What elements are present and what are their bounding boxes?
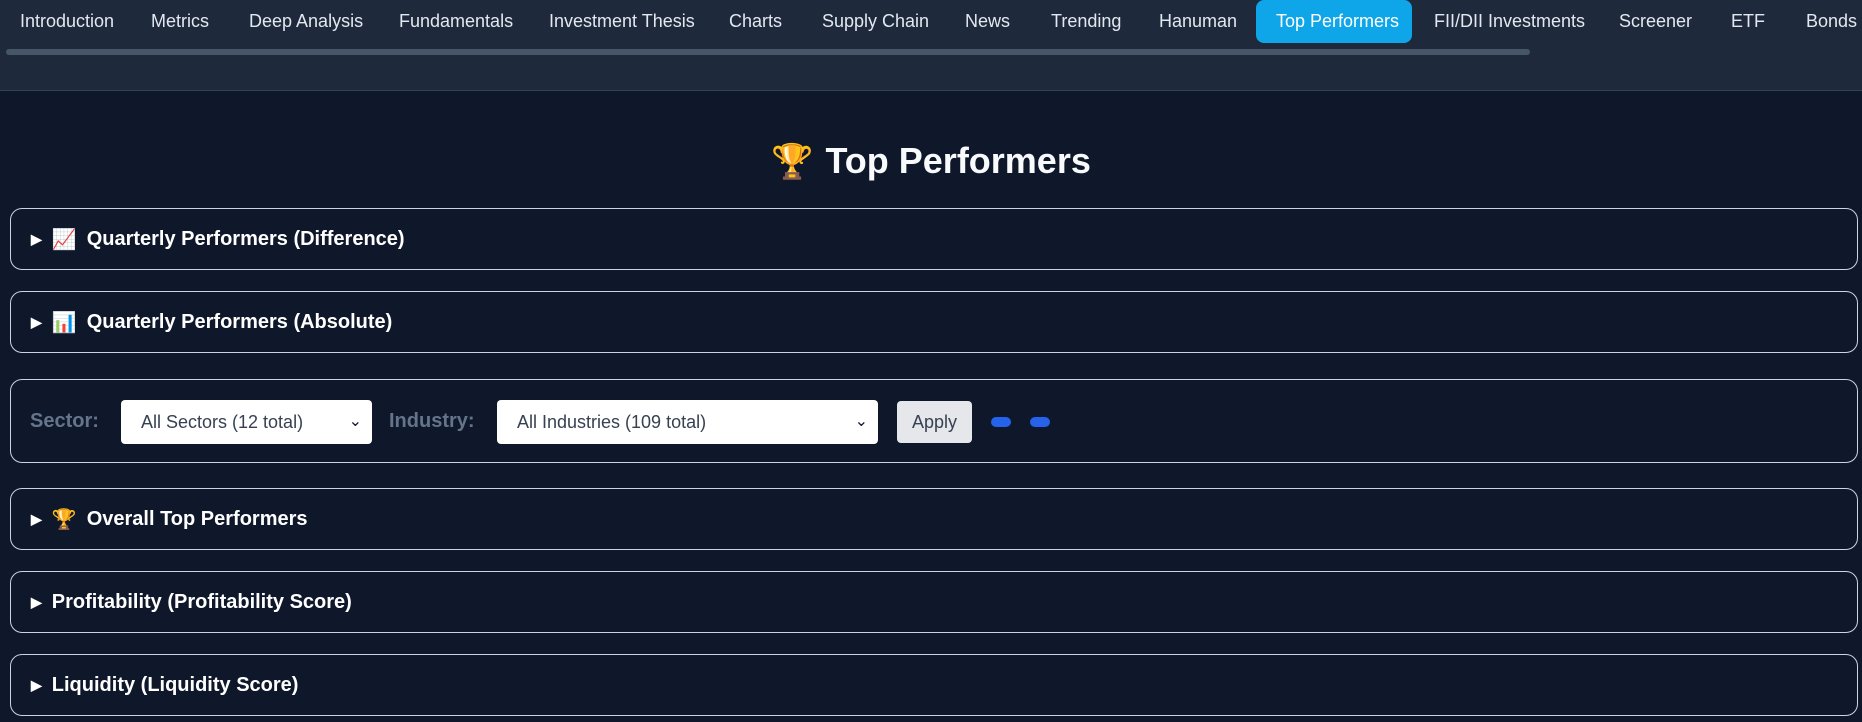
tab-bonds[interactable]: Bonds bbox=[1786, 0, 1862, 43]
section-summary[interactable]: ▶ 📈 Quarterly Performers (Difference) bbox=[31, 209, 405, 269]
section-liquidity[interactable]: ▶ Liquidity (Liquidity Score) bbox=[10, 654, 1858, 716]
tab-fii-dii-investments[interactable]: FII/DII Investments bbox=[1414, 0, 1605, 43]
section-label: Profitability (Profitability Score) bbox=[51, 590, 352, 613]
sector-select[interactable]: All Sectors (12 total) ⌄ bbox=[121, 400, 372, 444]
chart-increasing-icon: 📈 bbox=[51, 228, 77, 251]
tab-deep-analysis[interactable]: Deep Analysis bbox=[229, 0, 383, 43]
chevron-down-icon: ⌄ bbox=[854, 413, 868, 430]
tab-metrics[interactable]: Metrics bbox=[131, 0, 229, 43]
tab-fundamentals[interactable]: Fundamentals bbox=[379, 0, 533, 43]
triangle-right-icon: ▶ bbox=[31, 230, 42, 247]
industry-label: Industry: bbox=[389, 410, 475, 432]
section-summary[interactable]: ▶ 🏆 Overall Top Performers bbox=[31, 489, 308, 549]
section-quarterly-absolute[interactable]: ▶ 📊 Quarterly Performers (Absolute) bbox=[10, 291, 1858, 353]
trophy-icon: 🏆 bbox=[771, 143, 814, 181]
section-quarterly-difference[interactable]: ▶ 📈 Quarterly Performers (Difference) bbox=[10, 208, 1858, 270]
triangle-right-icon: ▶ bbox=[31, 313, 42, 330]
bar-chart-icon: 📊 bbox=[51, 311, 77, 334]
tab-news[interactable]: News bbox=[945, 0, 1030, 43]
tab-screener[interactable]: Screener bbox=[1599, 0, 1712, 43]
nav-scrollbar[interactable] bbox=[6, 49, 1530, 55]
triangle-right-icon: ▶ bbox=[31, 593, 42, 610]
tab-hanuman[interactable]: Hanuman bbox=[1139, 0, 1257, 43]
page-title-text: Top Performers bbox=[825, 140, 1091, 181]
section-summary[interactable]: ▶ Profitability (Profitability Score) bbox=[31, 572, 352, 632]
section-label: Liquidity (Liquidity Score) bbox=[51, 673, 299, 696]
section-label: Overall Top Performers bbox=[86, 507, 308, 530]
triangle-right-icon: ▶ bbox=[31, 510, 42, 527]
sector-label: Sector: bbox=[30, 410, 99, 432]
tab-top-performers[interactable]: Top Performers bbox=[1256, 0, 1412, 43]
section-label: Quarterly Performers (Absolute) bbox=[86, 310, 393, 333]
loading-dot bbox=[991, 417, 1011, 427]
section-label: Quarterly Performers (Difference) bbox=[86, 227, 405, 250]
top-nav: Introduction Metrics Deep Analysis Funda… bbox=[0, 0, 1862, 48]
chevron-down-icon: ⌄ bbox=[348, 413, 362, 430]
tab-charts[interactable]: Charts bbox=[709, 0, 802, 43]
section-overall-top-performers[interactable]: ▶ 🏆 Overall Top Performers bbox=[10, 488, 1858, 550]
tab-supply-chain[interactable]: Supply Chain bbox=[802, 0, 949, 43]
trophy-icon: 🏆 bbox=[51, 508, 77, 531]
apply-button[interactable]: Apply bbox=[897, 401, 972, 443]
page-title: 🏆 Top Performers bbox=[0, 140, 1862, 182]
section-profitability[interactable]: ▶ Profitability (Profitability Score) bbox=[10, 571, 1858, 633]
tab-introduction[interactable]: Introduction bbox=[0, 0, 134, 43]
loading-dot bbox=[1030, 417, 1050, 427]
industry-select[interactable]: All Industries (109 total) ⌄ bbox=[497, 400, 878, 444]
section-summary[interactable]: ▶ Liquidity (Liquidity Score) bbox=[31, 655, 298, 715]
triangle-right-icon: ▶ bbox=[31, 676, 42, 693]
tab-trending[interactable]: Trending bbox=[1031, 0, 1141, 43]
section-summary[interactable]: ▶ 📊 Quarterly Performers (Absolute) bbox=[31, 292, 392, 352]
tab-investment-thesis[interactable]: Investment Thesis bbox=[529, 0, 715, 43]
filter-panel: Sector: All Sectors (12 total) ⌄ Industr… bbox=[10, 379, 1858, 463]
sector-select-value: All Sectors (12 total) bbox=[141, 412, 304, 432]
industry-select-value: All Industries (109 total) bbox=[517, 412, 707, 432]
tab-etf[interactable]: ETF bbox=[1711, 0, 1785, 43]
